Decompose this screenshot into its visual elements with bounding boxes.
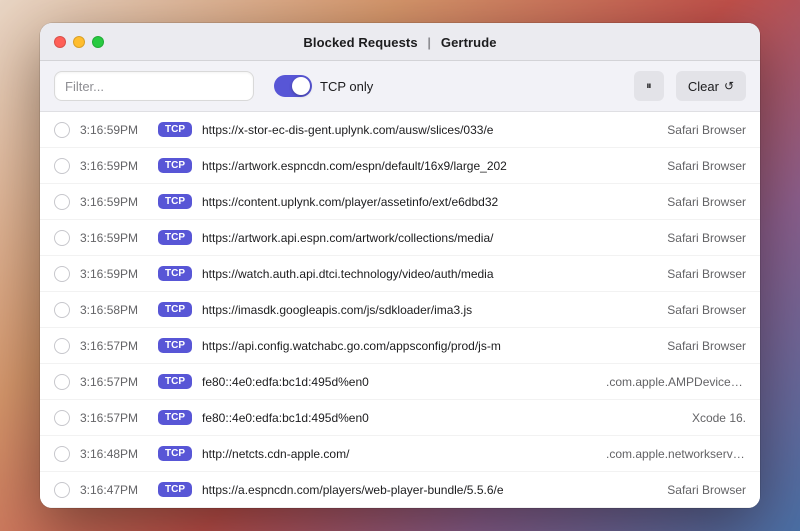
tcp-only-toggle[interactable]: [274, 75, 312, 97]
toolbar: TCP only ⏸ Clear ↺: [40, 61, 760, 112]
table-row[interactable]: 3:16:59PM TCP https://watch.auth.api.dtc…: [40, 256, 760, 292]
row-protocol-3: TCP: [158, 230, 192, 245]
table-row[interactable]: 3:16:59PM TCP https://artwork.espncdn.co…: [40, 148, 760, 184]
row-protocol-2: TCP: [158, 194, 192, 209]
close-button[interactable]: [54, 36, 66, 48]
row-source-7: .com.apple.AMPDeviceDiscoveryAgent: [606, 375, 746, 389]
row-time-4: 3:16:59PM: [80, 267, 148, 281]
row-source-2: Safari Browser: [606, 195, 746, 209]
row-radio-2[interactable]: [54, 194, 70, 210]
row-time-8: 3:16:57PM: [80, 411, 148, 425]
row-url-1: https://artwork.espncdn.com/espn/default…: [202, 159, 596, 173]
row-time-0: 3:16:59PM: [80, 123, 148, 137]
row-url-9: http://netcts.cdn-apple.com/: [202, 447, 596, 461]
row-url-3: https://artwork.api.espn.com/artwork/col…: [202, 231, 596, 245]
row-source-1: Safari Browser: [606, 159, 746, 173]
title-bar: Blocked Requests | Gertrude: [40, 23, 760, 61]
row-url-7: fe80::4e0:edfa:bc1d:495d%en0: [202, 375, 596, 389]
toggle-knob: [292, 77, 310, 95]
row-radio-9[interactable]: [54, 446, 70, 462]
row-radio-10[interactable]: [54, 482, 70, 498]
pause-button[interactable]: ⏸: [634, 71, 664, 101]
row-protocol-0: TCP: [158, 122, 192, 137]
row-time-2: 3:16:59PM: [80, 195, 148, 209]
clear-button[interactable]: Clear ↺: [676, 71, 746, 101]
table-row[interactable]: 3:16:57PM TCP https://api.config.watchab…: [40, 328, 760, 364]
row-radio-5[interactable]: [54, 302, 70, 318]
row-source-6: Safari Browser: [606, 339, 746, 353]
toggle-label: TCP only: [320, 79, 373, 94]
row-source-10: Safari Browser: [606, 483, 746, 497]
table-row[interactable]: 3:16:59PM TCP https://content.uplynk.com…: [40, 184, 760, 220]
row-url-4: https://watch.auth.api.dtci.technology/v…: [202, 267, 596, 281]
tcp-toggle-section: TCP only: [274, 75, 373, 97]
row-protocol-8: TCP: [158, 410, 192, 425]
row-protocol-9: TCP: [158, 446, 192, 461]
clear-label: Clear: [688, 79, 719, 94]
row-protocol-4: TCP: [158, 266, 192, 281]
row-protocol-6: TCP: [158, 338, 192, 353]
row-source-0: Safari Browser: [606, 123, 746, 137]
table-row[interactable]: 3:16:57PM TCP fe80::4e0:edfa:bc1d:495d%e…: [40, 400, 760, 436]
row-url-2: https://content.uplynk.com/player/asseti…: [202, 195, 596, 209]
row-time-6: 3:16:57PM: [80, 339, 148, 353]
row-source-3: Safari Browser: [606, 231, 746, 245]
row-source-8: Xcode 16.: [606, 411, 746, 425]
table-row[interactable]: 3:16:47PM TCP https://a.espncdn.com/play…: [40, 472, 760, 508]
row-protocol-10: TCP: [158, 482, 192, 497]
row-time-9: 3:16:48PM: [80, 447, 148, 461]
row-radio-3[interactable]: [54, 230, 70, 246]
pause-icon: ⏸: [646, 80, 652, 93]
row-radio-6[interactable]: [54, 338, 70, 354]
main-window: Blocked Requests | Gertrude TCP only ⏸ C…: [40, 23, 760, 508]
row-url-10: https://a.espncdn.com/players/web-player…: [202, 483, 596, 497]
requests-table[interactable]: 3:16:59PM TCP https://x-stor-ec-dis-gent…: [40, 112, 760, 508]
row-source-4: Safari Browser: [606, 267, 746, 281]
table-row[interactable]: 3:16:59PM TCP https://x-stor-ec-dis-gent…: [40, 112, 760, 148]
row-radio-1[interactable]: [54, 158, 70, 174]
refresh-icon: ↺: [724, 79, 734, 93]
filter-input[interactable]: [54, 71, 254, 101]
row-radio-8[interactable]: [54, 410, 70, 426]
row-protocol-1: TCP: [158, 158, 192, 173]
table-row[interactable]: 3:16:59PM TCP https://artwork.api.espn.c…: [40, 220, 760, 256]
traffic-lights: [54, 36, 104, 48]
maximize-button[interactable]: [92, 36, 104, 48]
row-time-1: 3:16:59PM: [80, 159, 148, 173]
row-url-5: https://imasdk.googleapis.com/js/sdkload…: [202, 303, 596, 317]
row-url-8: fe80::4e0:edfa:bc1d:495d%en0: [202, 411, 596, 425]
minimize-button[interactable]: [73, 36, 85, 48]
row-radio-7[interactable]: [54, 374, 70, 390]
row-source-9: .com.apple.networkserviceproxy: [606, 447, 746, 461]
table-row[interactable]: 3:16:58PM TCP https://imasdk.googleapis.…: [40, 292, 760, 328]
row-time-5: 3:16:58PM: [80, 303, 148, 317]
row-radio-0[interactable]: [54, 122, 70, 138]
row-source-5: Safari Browser: [606, 303, 746, 317]
table-row[interactable]: 3:16:57PM TCP fe80::4e0:edfa:bc1d:495d%e…: [40, 364, 760, 400]
row-protocol-5: TCP: [158, 302, 192, 317]
row-url-6: https://api.config.watchabc.go.com/appsc…: [202, 339, 596, 353]
row-protocol-7: TCP: [158, 374, 192, 389]
row-radio-4[interactable]: [54, 266, 70, 282]
row-time-3: 3:16:59PM: [80, 231, 148, 245]
window-title: Blocked Requests | Gertrude: [303, 35, 496, 50]
table-row[interactable]: 3:16:48PM TCP http://netcts.cdn-apple.co…: [40, 436, 760, 472]
row-time-7: 3:16:57PM: [80, 375, 148, 389]
row-url-0: https://x-stor-ec-dis-gent.uplynk.com/au…: [202, 123, 596, 137]
row-time-10: 3:16:47PM: [80, 483, 148, 497]
